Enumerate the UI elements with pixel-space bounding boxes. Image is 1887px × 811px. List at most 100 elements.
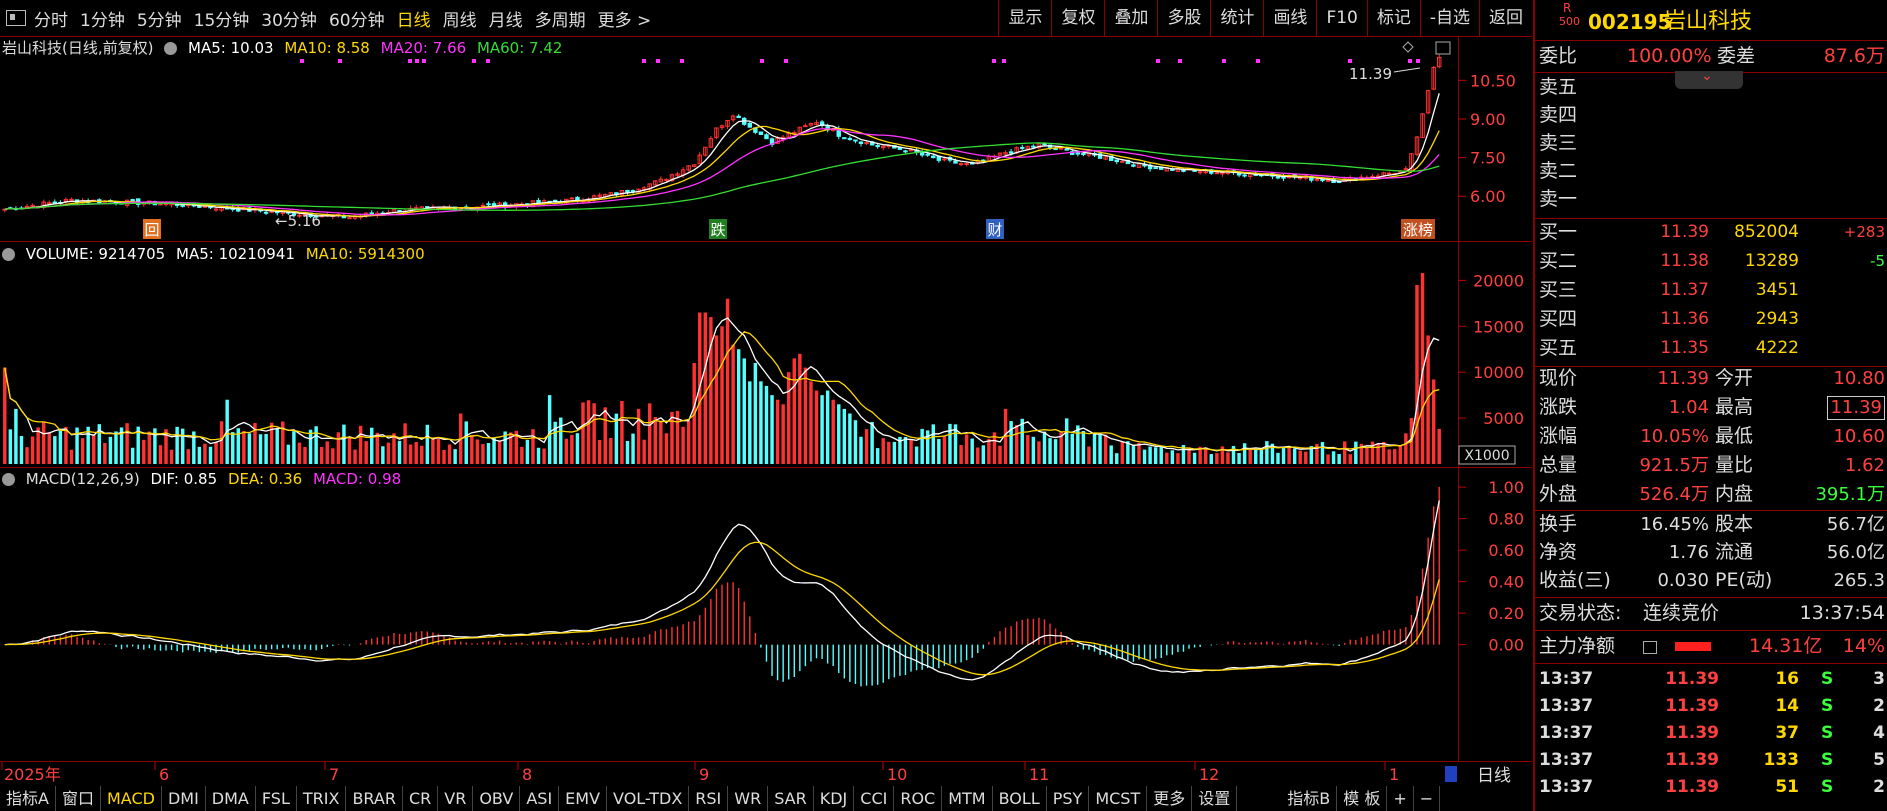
indicator-tab[interactable]: MTM <box>942 786 993 811</box>
volume-bar <box>920 428 924 464</box>
buy-level-label: 买一 <box>1539 221 1578 243</box>
list-icon[interactable] <box>1643 641 1657 654</box>
indicator-tab[interactable]: KDJ <box>814 786 855 811</box>
indicator-tab[interactable]: + <box>1387 786 1414 811</box>
indicator-tab[interactable]: OBV <box>473 786 521 811</box>
status-label: 交易状态: <box>1539 602 1622 624</box>
indicator-tab[interactable]: BOLL <box>993 786 1047 811</box>
indicator-tab[interactable]: − <box>1414 786 1441 811</box>
stat-label: 现价 <box>1539 367 1578 389</box>
volume-bar <box>453 449 457 464</box>
macd-axis-label: 0.60 <box>1488 541 1524 560</box>
indicator-tab[interactable]: MCST <box>1089 786 1148 811</box>
volume-bar <box>592 403 596 464</box>
volume-bar <box>853 420 858 464</box>
volume-bar <box>425 424 430 464</box>
volume-bar <box>1176 453 1180 464</box>
buy-level-label: 买四 <box>1539 308 1578 330</box>
volume-bar <box>1404 433 1408 464</box>
volume-bar <box>58 429 63 464</box>
weibi-label: 委比 <box>1539 45 1578 67</box>
volume-bar <box>25 447 29 464</box>
candle <box>1008 151 1014 154</box>
volume-bar <box>564 438 569 464</box>
indicator-tab[interactable]: DMI <box>162 786 206 811</box>
volume-bar <box>970 438 974 464</box>
volume-bar <box>264 433 268 464</box>
volume-bar <box>442 450 446 464</box>
indicator-tab[interactable]: 模 板 <box>1337 786 1388 811</box>
stat-label: 涨幅 <box>1539 425 1578 447</box>
indicator-tab[interactable]: VR <box>438 786 474 811</box>
signal-dot <box>415 59 419 63</box>
kline-chart[interactable]: 6.00 7.50 9.00 10.50 11.39 ←5.16 回 跌 财 涨榜 5000 1000… <box>0 0 1532 786</box>
indicator-tab[interactable]: WR <box>728 786 769 811</box>
volume-bar <box>1053 439 1058 464</box>
volume-bar <box>331 448 335 464</box>
volume-bar <box>753 363 758 464</box>
volume-bar <box>837 404 841 464</box>
stat-value: 10.80 <box>1833 368 1885 389</box>
candle <box>52 201 58 204</box>
indicator-tab[interactable]: RSI <box>689 786 729 811</box>
indicator-tab[interactable]: DMA <box>206 786 256 811</box>
volume-bar <box>609 437 613 464</box>
indicator-tab[interactable]: MACD <box>101 786 162 811</box>
indicator-tab[interactable]: 指标B <box>1281 786 1338 811</box>
volume-bar <box>653 417 658 464</box>
indicator-tab[interactable]: FSL <box>256 786 297 811</box>
order-ratio-row: 委比 100.00% 委差 87.6万 <box>1539 43 1885 70</box>
candle <box>803 125 808 128</box>
candle <box>24 205 30 208</box>
volume-bar <box>1393 449 1397 464</box>
candle <box>347 217 352 220</box>
volume-bar <box>108 436 113 464</box>
tick-price: 11.39 <box>1665 723 1719 743</box>
tick-count: 3 <box>1873 669 1885 689</box>
volume-bar <box>942 435 947 464</box>
buy-volume: 852004 <box>1734 222 1799 242</box>
indicator-tab[interactable]: 窗口 <box>56 786 101 811</box>
sell-level-row: 卖二 <box>1539 158 1885 185</box>
macd-axis-label: 0.00 <box>1488 636 1524 655</box>
macd-axis-label: 0.80 <box>1488 510 1524 529</box>
indicator-tab[interactable]: CR <box>403 786 439 811</box>
volume-bar <box>103 442 107 464</box>
x-axis-label: 9 <box>699 765 709 784</box>
indicator-tab[interactable]: VOL-TDX <box>607 786 690 811</box>
indicator-tab[interactable]: EMV <box>559 786 608 811</box>
indicator-tab[interactable]: SAR <box>768 786 814 811</box>
volume-bar <box>492 437 496 464</box>
macd-axis-label: 0.40 <box>1488 573 1524 592</box>
macd-axis-label: 1.00 <box>1488 478 1524 497</box>
volume-bar <box>881 438 885 464</box>
indicator-tab[interactable]: ASI <box>520 786 560 811</box>
volume-bar <box>909 439 913 464</box>
indicator-tab[interactable]: PSY <box>1047 786 1090 811</box>
indicator-tab[interactable]: CCI <box>854 786 895 811</box>
tick-side: S <box>1821 696 1834 716</box>
indicator-tab[interactable]: 设置 <box>1192 786 1238 811</box>
volume-bar <box>36 427 40 464</box>
volume-bar <box>325 441 329 464</box>
volume-bar <box>1292 448 1297 464</box>
indicator-tab[interactable]: ROC <box>894 786 943 811</box>
volume-bar <box>169 449 174 464</box>
volume-bar <box>1031 436 1036 464</box>
tick-price: 11.39 <box>1665 777 1719 797</box>
indicator-tab[interactable]: 更多 <box>1147 786 1193 811</box>
volume-bar <box>1254 449 1258 464</box>
candle <box>1053 148 1058 151</box>
volume-bar <box>931 424 935 464</box>
indicator-tab[interactable]: BRAR <box>346 786 403 811</box>
volume-bar <box>497 441 502 464</box>
volume-bar <box>64 426 68 464</box>
indicator-tab[interactable]: TRIX <box>297 786 347 811</box>
volume-bar <box>14 408 18 464</box>
volume-bar <box>231 432 235 464</box>
candle <box>758 131 764 136</box>
indicator-tab[interactable]: 指标A <box>0 786 56 811</box>
volume-bar <box>870 421 874 464</box>
candle <box>1081 153 1086 156</box>
volume-bar <box>203 443 207 464</box>
